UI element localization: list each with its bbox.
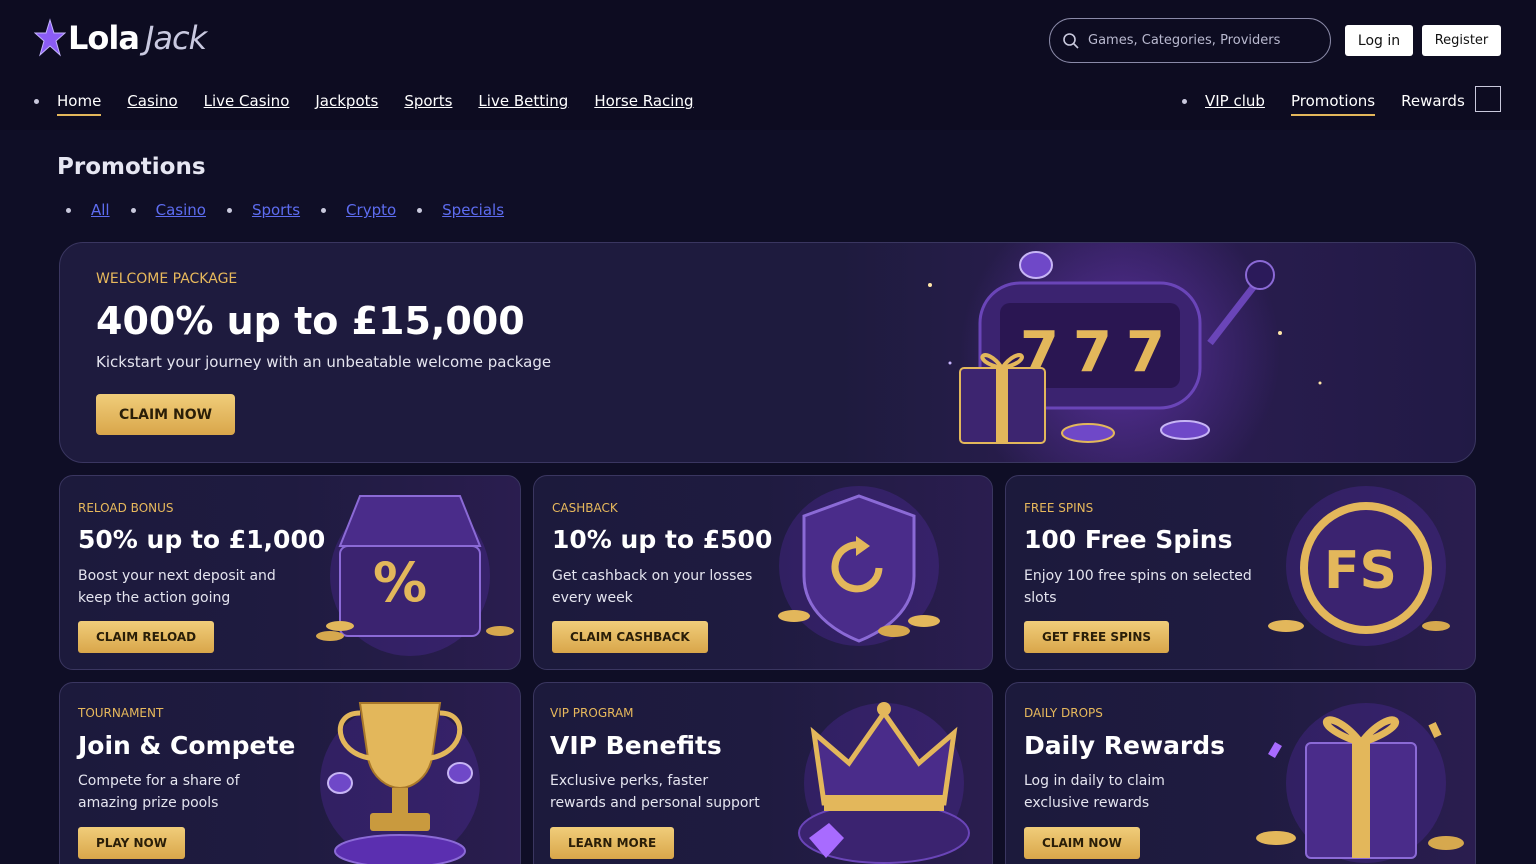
filter-crypto[interactable]: Crypto: [346, 201, 396, 219]
login-button[interactable]: Log in: [1345, 25, 1413, 56]
card-eyebrow: VIP PROGRAM: [550, 706, 634, 720]
search-icon: [1063, 32, 1079, 49]
card-title: 50% up to £1,000: [78, 525, 326, 554]
tournament-card: TOURNAMENT Join & Compete Compete for a …: [59, 682, 521, 864]
card-subtitle: Compete for a share of amazing prize poo…: [78, 773, 240, 811]
nav-home[interactable]: Home: [57, 92, 102, 116]
star-logo-icon: [34, 18, 66, 57]
card-subtitle: Get cashback on your losses every week: [552, 568, 753, 606]
secondary-nav: VIP club Promotions Rewards: [1182, 88, 1491, 116]
filter-sports[interactable]: Sports: [252, 201, 300, 219]
search-bar[interactable]: [1049, 18, 1331, 63]
card-title: 10% up to £500: [552, 525, 773, 554]
trophy-icon: [320, 702, 480, 864]
crown-icon: [798, 702, 970, 864]
nav-live-betting[interactable]: Live Betting: [478, 92, 568, 110]
main-nav: Home Casino Live Casino Jackpots Sports …: [34, 88, 719, 116]
get-free-spins-button[interactable]: GET FREE SPINS: [1024, 621, 1170, 653]
filter-specials[interactable]: Specials: [442, 201, 504, 219]
svg-text:FS: FS: [1324, 541, 1397, 601]
brand-name-part2: Jack: [144, 19, 207, 57]
filter-all[interactable]: All: [91, 201, 110, 219]
filter-bullet: [226, 207, 232, 213]
nav-live-casino[interactable]: Live Casino: [204, 92, 290, 110]
card-subtitle: Enjoy 100 free spins on selected slots: [1024, 568, 1252, 606]
nav-horse-racing[interactable]: Horse Racing: [594, 92, 693, 110]
card-subtitle: Exclusive perks, faster rewards and pers…: [550, 773, 760, 811]
filter-casino[interactable]: Casino: [156, 201, 206, 219]
card-title: Join & Compete: [78, 731, 296, 760]
brand-logo[interactable]: Lola Jack: [34, 12, 207, 64]
filter-bullet: [130, 207, 136, 213]
claim-cashback-button[interactable]: CLAIM CASHBACK: [552, 621, 708, 653]
shield-cashback-icon: [778, 486, 940, 646]
cashback-card: CASHBACK 10% up to £500 Get cashback on …: [533, 475, 993, 670]
nav-jackpots[interactable]: Jackpots: [315, 92, 378, 110]
nav-bullet: [34, 98, 39, 104]
vip-program-card: VIP PROGRAM VIP Benefits Exclusive perks…: [533, 682, 993, 864]
register-button[interactable]: Register: [1422, 25, 1501, 56]
nav-rewards[interactable]: Rewards: [1401, 92, 1465, 110]
card-eyebrow: DAILY DROPS: [1024, 706, 1103, 720]
free-spins-card: FREE SPINS 100 Free Spins Enjoy 100 free…: [1005, 475, 1476, 670]
play-now-button[interactable]: PLAY NOW: [78, 827, 185, 859]
hero-eyebrow: WELCOME PACKAGE: [96, 271, 238, 287]
gift-box-icon: [1256, 703, 1464, 863]
hero-subtitle: Kickstart your journey with an unbeatabl…: [96, 353, 552, 371]
card-subtitle: Log in daily to claim exclusive rewards: [1024, 773, 1165, 811]
nav-casino[interactable]: Casino: [127, 92, 177, 110]
filter-bullet: [321, 207, 327, 213]
card-title: VIP Benefits: [550, 731, 722, 760]
card-title: 100 Free Spins: [1024, 525, 1233, 554]
nav-vip-club[interactable]: VIP club: [1205, 92, 1265, 110]
svg-text:%: %: [373, 551, 427, 614]
svg-text:7: 7: [1126, 320, 1165, 385]
nav-promotions[interactable]: Promotions: [1290, 92, 1376, 116]
treasure-chest-icon: %: [316, 495, 514, 656]
welcome-package-banner: WELCOME PACKAGE 400% up to £15,000 Kicks…: [59, 242, 1476, 463]
learn-more-button[interactable]: LEARN MORE: [550, 827, 675, 859]
search-input[interactable]: [1088, 33, 1318, 48]
card-eyebrow: CASHBACK: [552, 501, 618, 515]
daily-drops-card: DAILY DROPS Daily Rewards Log in daily t…: [1005, 682, 1476, 864]
card-subtitle: Boost your next deposit and keep the act…: [78, 568, 276, 606]
hero-title: 400% up to £15,000: [96, 299, 525, 343]
filter-bullet: [66, 207, 71, 213]
card-title: Daily Rewards: [1024, 731, 1226, 760]
filter-bullet: [417, 207, 423, 213]
reload-bonus-card: RELOAD BONUS 50% up to £1,000 Boost your…: [59, 475, 521, 670]
claim-now-button[interactable]: CLAIM NOW: [1024, 827, 1140, 859]
card-eyebrow: RELOAD BONUS: [78, 501, 174, 515]
card-eyebrow: FREE SPINS: [1024, 501, 1094, 515]
brand-name-part1: Lola: [68, 19, 140, 57]
fs-coin-icon: FS: [1268, 486, 1450, 646]
menu-toggle-button[interactable]: [1475, 86, 1501, 112]
slot-machine-777-icon: 7 7 7: [928, 243, 1322, 462]
promo-filters: All Casino Sports Crypto Specials: [66, 201, 525, 219]
nav-bullet: [1182, 98, 1187, 104]
page-title: Promotions: [57, 154, 206, 180]
claim-now-button[interactable]: CLAIM NOW: [96, 394, 235, 435]
svg-text:7: 7: [1073, 320, 1112, 385]
card-eyebrow: TOURNAMENT: [78, 706, 164, 720]
nav-sports[interactable]: Sports: [404, 92, 452, 110]
claim-reload-button[interactable]: CLAIM RELOAD: [78, 621, 215, 653]
